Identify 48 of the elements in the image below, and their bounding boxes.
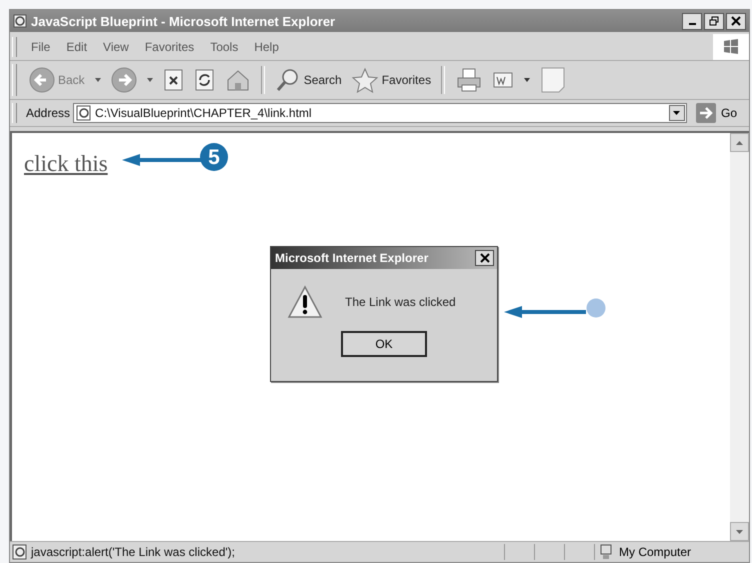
minimize-icon — [688, 23, 696, 25]
up-caret-icon — [736, 140, 743, 144]
close-button[interactable] — [475, 250, 494, 266]
dropdown-caret-icon — [673, 111, 680, 115]
blank-page-icon — [540, 66, 566, 94]
word-document-icon — [492, 70, 514, 90]
page-icon — [12, 544, 28, 560]
menu-item[interactable]: Tools — [202, 40, 246, 54]
scroll-down-button[interactable] — [730, 522, 749, 541]
dropdown-caret-icon[interactable] — [146, 78, 153, 82]
refresh-icon — [194, 68, 216, 92]
warning-icon — [287, 285, 323, 319]
window-title: JavaScript Blueprint - Microsoft Internet Explorer — [31, 14, 336, 28]
favorites-button[interactable]: Favorites — [348, 67, 434, 93]
menu-item[interactable]: File — [23, 40, 58, 54]
dropdown-caret-icon[interactable] — [524, 78, 530, 82]
menu-item[interactable]: View — [95, 40, 137, 54]
zone-label: My Computer — [619, 545, 692, 559]
address-field[interactable]: C:\VisualBlueprint\CHAPTER_4\link.html — [73, 103, 687, 123]
alert-message: The Link was clicked — [345, 295, 456, 309]
address-dropdown-button[interactable] — [668, 105, 685, 121]
search-button[interactable]: Search — [272, 67, 345, 93]
close-icon — [480, 253, 490, 263]
menu-item[interactable]: Favorites — [136, 40, 202, 54]
dropdown-caret-icon[interactable] — [94, 78, 101, 82]
star-icon — [350, 67, 379, 93]
restore-button[interactable] — [704, 12, 724, 30]
ok-button[interactable]: OK — [341, 331, 427, 357]
close-icon — [731, 16, 741, 26]
printer-icon — [455, 67, 484, 93]
minimize-button[interactable] — [682, 12, 702, 30]
menu-item[interactable]: Help — [246, 40, 287, 54]
restore-icon — [709, 16, 719, 26]
status-text: javascript:alert('The Link was clicked'); — [31, 545, 236, 559]
down-caret-icon — [736, 530, 743, 534]
scrollbar[interactable] — [730, 133, 749, 541]
back-button[interactable]: Back — [26, 67, 88, 93]
scroll-up-button[interactable] — [730, 133, 749, 152]
windows-logo — [713, 34, 749, 60]
stop-icon — [162, 68, 185, 92]
page-icon — [76, 105, 92, 121]
link[interactable]: click this — [24, 151, 108, 176]
address-label: Address — [26, 106, 70, 120]
house-icon — [224, 68, 251, 92]
menu-item[interactable]: Edit — [58, 40, 96, 54]
close-button[interactable] — [726, 12, 746, 30]
go-button[interactable]: Go — [690, 103, 749, 123]
dialog-title: Microsoft Internet Explorer — [275, 251, 428, 265]
